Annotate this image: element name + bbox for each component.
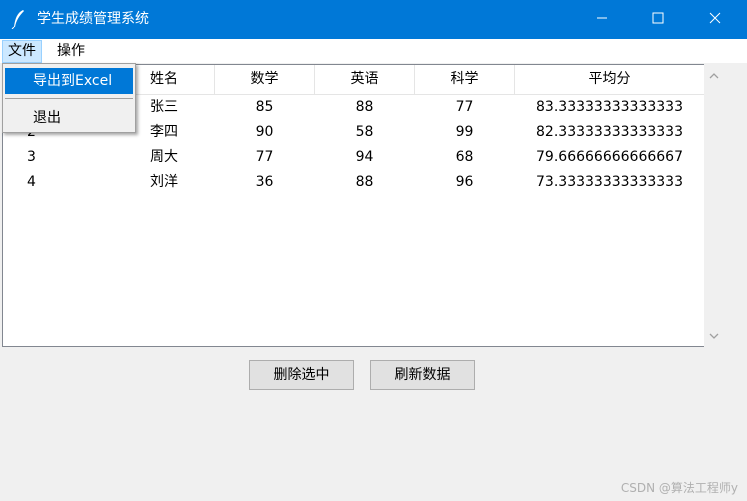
window-title: 学生成绩管理系统 [37,11,149,27]
minimize-icon [596,12,608,28]
cell-name: 周大 [150,149,178,165]
cell-math: 36 [255,174,274,190]
cell-science: 68 [455,149,474,165]
close-button[interactable] [692,0,738,39]
menu-bar: 文件 操作 [0,39,747,64]
menu-separator [5,98,133,99]
cell-average: 73.33333333333333 [536,174,683,190]
menu-operation[interactable]: 操作 [52,41,90,61]
maximize-icon [652,12,664,28]
delete-selected-button[interactable]: 删除选中 [249,360,354,390]
cell-id: 4 [27,174,36,190]
cell-science: 96 [455,174,474,190]
column-header-average[interactable]: 平均分 [515,65,704,94]
cell-english: 88 [355,174,374,190]
menu-item-exit[interactable]: 退出 [5,105,133,131]
table-row[interactable]: 4 刘洋 36 88 96 73.33333333333333 [3,170,704,195]
cell-english: 58 [355,124,374,140]
title-bar: 学生成绩管理系统 [0,0,747,39]
cell-english: 88 [355,99,374,115]
feather-icon [11,9,27,30]
scroll-down-button[interactable] [704,326,724,346]
chevron-down-icon [709,328,719,344]
scroll-up-button[interactable] [704,66,724,86]
cell-average: 83.33333333333333 [536,99,683,115]
column-header-math[interactable]: 数学 [215,65,315,94]
cell-science: 99 [455,124,474,140]
column-header-science[interactable]: 科学 [415,65,515,94]
cell-english: 94 [355,149,374,165]
chevron-up-icon [709,68,719,84]
file-dropdown-menu: 导出到Excel 退出 [2,63,136,133]
cell-math: 90 [255,124,274,140]
maximize-button[interactable] [635,0,681,39]
cell-average: 82.33333333333333 [536,124,683,140]
cell-average: 79.66666666666667 [536,149,683,165]
vertical-scrollbar[interactable] [704,64,724,347]
minimize-button[interactable] [579,0,625,39]
refresh-data-button[interactable]: 刷新数据 [370,360,475,390]
watermark: CSDN @算法工程师y [620,481,738,495]
menu-item-export-excel[interactable]: 导出到Excel [5,68,133,94]
cell-name: 刘洋 [150,174,178,190]
table-row[interactable]: 3 周大 77 94 68 79.66666666666667 [3,145,704,170]
cell-math: 77 [255,149,274,165]
cell-math: 85 [255,99,274,115]
close-icon [709,12,721,28]
menu-file[interactable]: 文件 [2,40,42,63]
column-header-english[interactable]: 英语 [315,65,415,94]
cell-id: 3 [27,149,36,165]
cell-science: 77 [455,99,474,115]
